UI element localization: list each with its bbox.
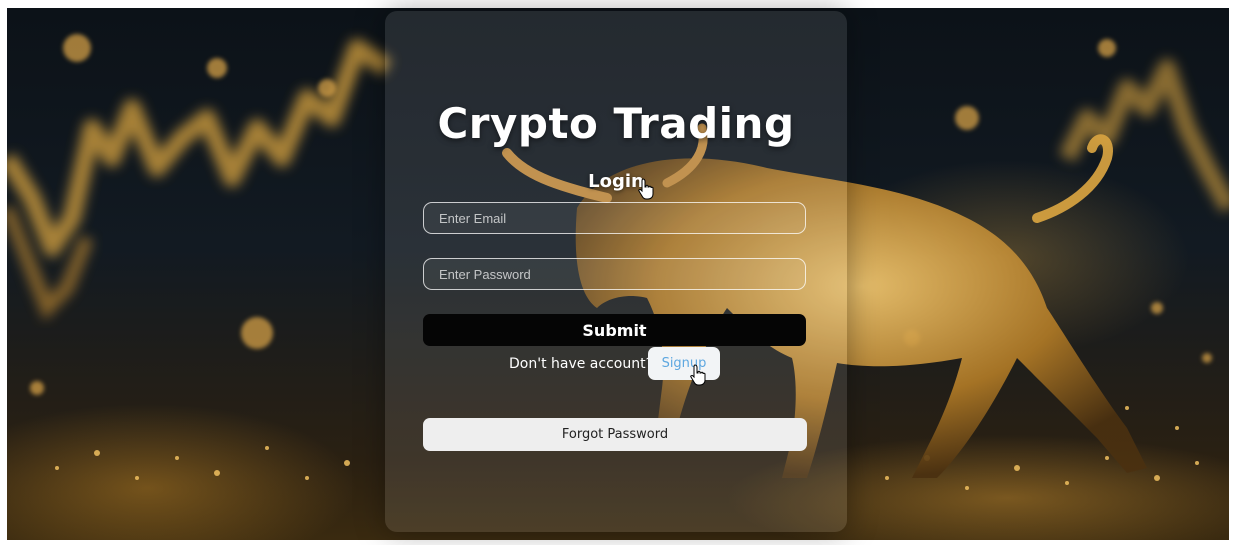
login-heading: Login (588, 171, 644, 192)
hand-pointer-icon (690, 364, 706, 386)
login-card: Crypto Trading Login Submit Don't have a… (385, 11, 847, 532)
signup-button[interactable]: Signup (648, 347, 720, 380)
app-title: Crypto Trading (437, 99, 795, 148)
email-input[interactable] (423, 202, 806, 234)
submit-button[interactable]: Submit (423, 314, 806, 346)
signup-prompt: Don't have account? (509, 356, 654, 372)
signup-row: Don't have account? Signup (385, 347, 847, 381)
forgot-password-button[interactable]: Forgot Password (423, 418, 807, 451)
hand-pointer-icon (638, 178, 654, 200)
password-input[interactable] (423, 258, 806, 290)
